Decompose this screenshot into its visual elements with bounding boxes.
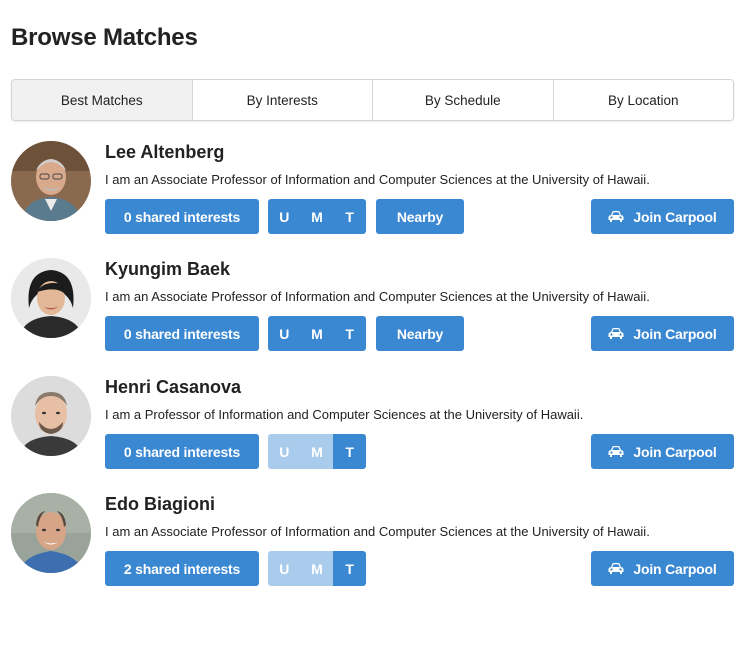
schedule-days: U M T (268, 316, 366, 351)
day-t[interactable]: T (333, 199, 366, 234)
match-name[interactable]: Lee Altenberg (105, 142, 224, 163)
match-bio: I am an Associate Professor of Informati… (105, 172, 650, 187)
schedule-days: U M T (268, 551, 366, 586)
nearby-button[interactable]: Nearby (376, 199, 464, 234)
shared-interests-button[interactable]: 2 shared interests (105, 551, 259, 586)
schedule-days: U M T (268, 199, 366, 234)
day-m[interactable]: M (300, 551, 334, 586)
join-carpool-button[interactable]: Join Carpool (591, 199, 734, 234)
match-bio: I am an Associate Professor of Informati… (105, 524, 650, 539)
match-bio: I am an Associate Professor of Informati… (105, 289, 650, 304)
day-u[interactable]: U (268, 551, 301, 586)
match-card: Kyungim Baek I am an Associate Professor… (11, 258, 734, 351)
car-icon (608, 445, 624, 458)
day-u[interactable]: U (268, 316, 301, 351)
schedule-days: U M T (268, 434, 366, 469)
car-icon (608, 210, 624, 223)
match-name[interactable]: Henri Casanova (105, 377, 241, 398)
tab-by-location[interactable]: By Location (552, 80, 733, 120)
browse-matches-page: Browse Matches Best Matches By Interests… (0, 0, 748, 652)
match-card: Lee Altenberg I am an Associate Professo… (11, 141, 734, 234)
tab-by-interests[interactable]: By Interests (191, 80, 372, 120)
day-m[interactable]: M (300, 316, 334, 351)
match-card: Henri Casanova I am a Professor of Infor… (11, 376, 734, 469)
tab-best-matches[interactable]: Best Matches (12, 80, 192, 120)
day-t[interactable]: T (333, 434, 366, 469)
nearby-button[interactable]: Nearby (376, 316, 464, 351)
match-card: Edo Biagioni I am an Associate Professor… (11, 493, 734, 586)
day-m[interactable]: M (300, 434, 334, 469)
car-icon (608, 562, 624, 575)
join-carpool-label: Join Carpool (633, 208, 717, 225)
join-carpool-button[interactable]: Join Carpool (591, 316, 734, 351)
join-carpool-button[interactable]: Join Carpool (591, 434, 734, 469)
join-carpool-button[interactable]: Join Carpool (591, 551, 734, 586)
avatar (11, 258, 91, 338)
shared-interests-button[interactable]: 0 shared interests (105, 199, 259, 234)
day-t[interactable]: T (333, 551, 366, 586)
page-title: Browse Matches (11, 24, 198, 51)
shared-interests-button[interactable]: 0 shared interests (105, 316, 259, 351)
shared-interests-button[interactable]: 0 shared interests (105, 434, 259, 469)
avatar (11, 493, 91, 573)
join-carpool-label: Join Carpool (633, 560, 717, 577)
avatar (11, 141, 91, 221)
tab-by-schedule[interactable]: By Schedule (372, 80, 553, 120)
match-tabs: Best Matches By Interests By Schedule By… (11, 79, 734, 121)
day-u[interactable]: U (268, 434, 301, 469)
car-icon (608, 327, 624, 340)
match-name[interactable]: Kyungim Baek (105, 259, 230, 280)
avatar (11, 376, 91, 456)
day-m[interactable]: M (300, 199, 334, 234)
join-carpool-label: Join Carpool (633, 325, 717, 342)
day-t[interactable]: T (333, 316, 366, 351)
match-name[interactable]: Edo Biagioni (105, 494, 215, 515)
join-carpool-label: Join Carpool (633, 443, 717, 460)
day-u[interactable]: U (268, 199, 301, 234)
match-bio: I am a Professor of Information and Comp… (105, 407, 584, 422)
